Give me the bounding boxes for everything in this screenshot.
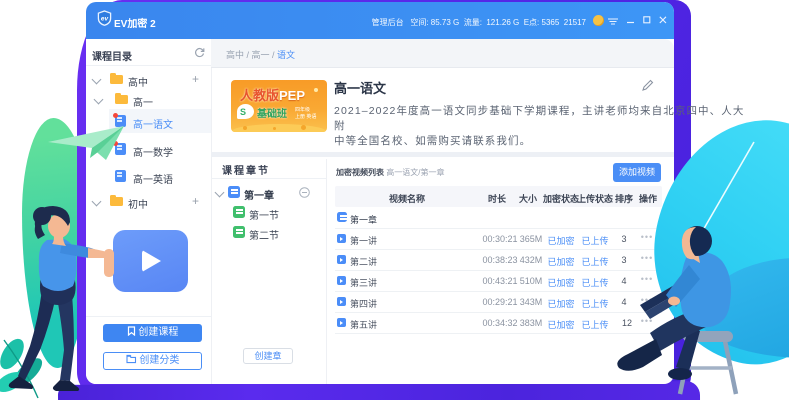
svg-text:ev: ev bbox=[101, 16, 109, 23]
